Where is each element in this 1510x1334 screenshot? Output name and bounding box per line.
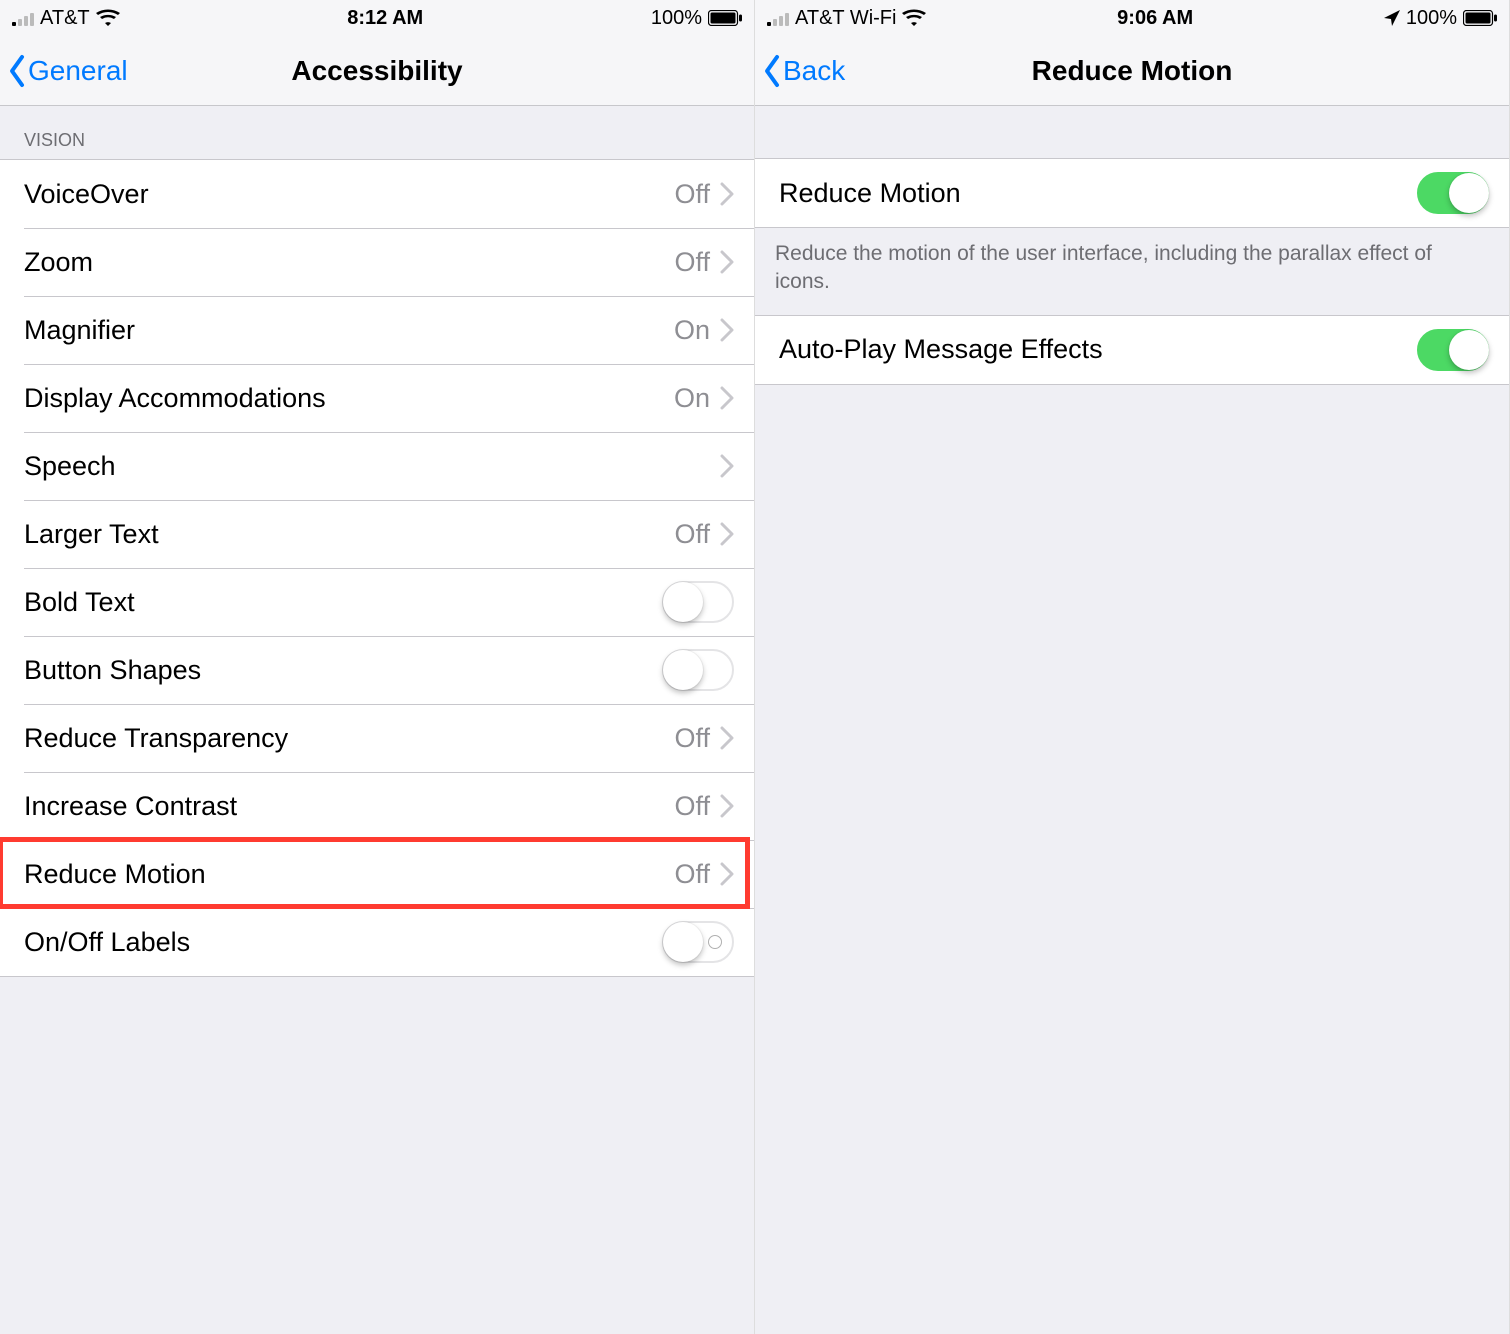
settings-group: Auto-Play Message Effects [755,315,1509,385]
chevron-right-icon [720,182,734,206]
battery-text: 100% [1406,7,1457,30]
row-label: Increase Contrast [24,791,674,822]
nav-bar-left: General Accessibility [0,36,754,106]
status-bar-right: AT&T Wi-Fi 9:06 AM 100% [755,0,1509,36]
settings-group: Reduce Motion [755,158,1509,228]
setting-row-increase-contrast[interactable]: Increase ContrastOff [0,772,754,840]
signal-icon [767,10,789,26]
row-label: Auto-Play Message Effects [779,334,1417,365]
signal-icon [12,10,34,26]
row-label: Reduce Transparency [24,723,674,754]
back-label: General [28,55,128,87]
row-value: Off [674,519,710,550]
row-value: Off [674,247,710,278]
setting-row-voiceover[interactable]: VoiceOverOff [0,160,754,228]
toggle-switch[interactable] [662,921,734,963]
row-label: Reduce Motion [24,859,674,890]
setting-row-reduce-motion[interactable]: Reduce MotionOff [0,840,754,908]
chevron-right-icon [720,726,734,750]
row-label: Magnifier [24,315,674,346]
group-header-vision: Vision [0,106,754,159]
setting-row-auto-play-message-effects[interactable]: Auto-Play Message Effects [755,316,1509,384]
toggle-switch[interactable] [662,649,734,691]
wifi-icon [96,9,120,27]
chevron-left-icon [8,53,26,89]
battery-icon [1463,10,1497,26]
nav-bar-right: Back Reduce Motion [755,36,1509,106]
toggle-switch[interactable] [1417,329,1489,371]
row-label: On/Off Labels [24,927,662,958]
setting-row-magnifier[interactable]: MagnifierOn [0,296,754,364]
setting-row-reduce-motion[interactable]: Reduce Motion [755,159,1509,227]
toggle-switch[interactable] [662,581,734,623]
row-value: On [674,315,710,346]
status-bar-left: AT&T 8:12 AM 100% [0,0,754,36]
row-value: Off [674,723,710,754]
setting-row-speech[interactable]: Speech [0,432,754,500]
row-label: Display Accommodations [24,383,674,414]
row-label: Speech [24,451,720,482]
row-label: Reduce Motion [779,178,1417,209]
chevron-right-icon [720,794,734,818]
setting-row-reduce-transparency[interactable]: Reduce TransparencyOff [0,704,754,772]
carrier-label: AT&T [40,7,90,30]
setting-row-larger-text[interactable]: Larger TextOff [0,500,754,568]
wifi-icon [902,9,926,27]
back-button[interactable]: General [8,53,128,89]
back-label: Back [783,55,845,87]
chevron-left-icon [763,53,781,89]
row-value: Off [674,791,710,822]
chevron-right-icon [720,386,734,410]
setting-row-display-accommodations[interactable]: Display AccommodationsOn [0,364,754,432]
toggle-switch[interactable] [1417,172,1489,214]
group-footer: Reduce the motion of the user interface,… [755,228,1509,315]
carrier-label: AT&T Wi-Fi [795,7,896,30]
phone-right-reduce-motion: AT&T Wi-Fi 9:06 AM 100% Back Reduce Moti… [755,0,1510,1334]
vision-group: Vision VoiceOverOffZoomOffMagnifierOnDis… [0,106,754,977]
setting-row-zoom[interactable]: ZoomOff [0,228,754,296]
row-label: Bold Text [24,587,662,618]
chevron-right-icon [720,454,734,478]
row-value: Off [674,859,710,890]
battery-icon [708,10,742,26]
page-title: Reduce Motion [755,55,1509,87]
setting-row-bold-text[interactable]: Bold Text [0,568,754,636]
status-time: 9:06 AM [1117,7,1193,30]
row-value: On [674,383,710,414]
row-value: Off [674,179,710,210]
chevron-right-icon [720,522,734,546]
setting-row-button-shapes[interactable]: Button Shapes [0,636,754,704]
battery-text: 100% [651,7,702,30]
status-time: 8:12 AM [347,7,423,30]
setting-row-on-off-labels[interactable]: On/Off Labels [0,908,754,976]
phone-left-accessibility: AT&T 8:12 AM 100% General Accessibility … [0,0,755,1334]
chevron-right-icon [720,318,734,342]
back-button[interactable]: Back [763,53,845,89]
row-label: Zoom [24,247,674,278]
chevron-right-icon [720,250,734,274]
location-icon [1384,10,1400,26]
row-label: VoiceOver [24,179,674,210]
row-label: Larger Text [24,519,674,550]
row-label: Button Shapes [24,655,662,686]
chevron-right-icon [720,862,734,886]
